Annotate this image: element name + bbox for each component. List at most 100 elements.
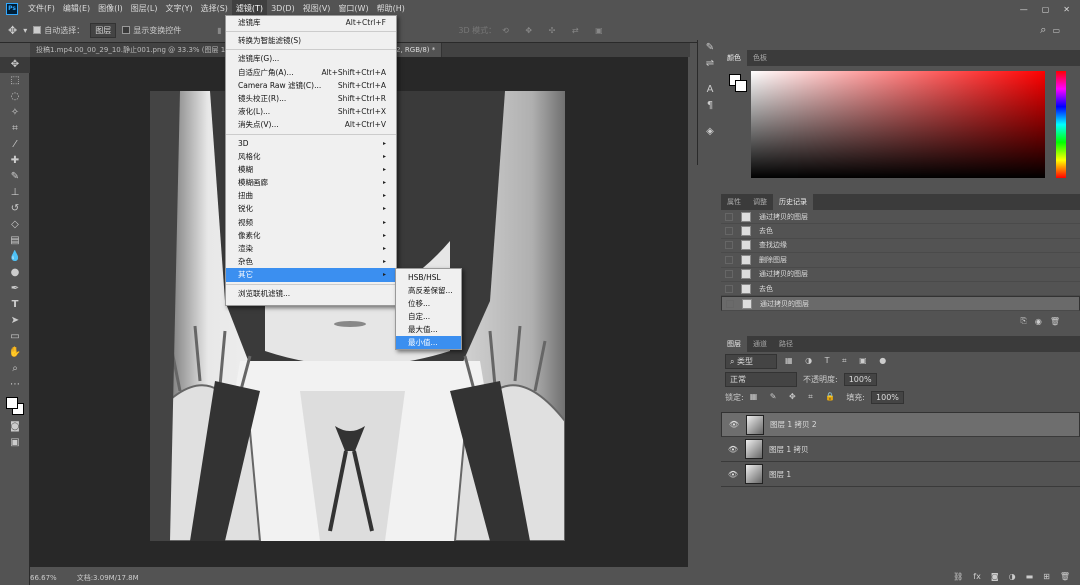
mask-icon[interactable]: ◙ [991, 572, 999, 581]
link-icon[interactable]: ⛓ [953, 572, 963, 581]
eye-icon[interactable]: 👁 [727, 470, 739, 479]
3d-icons[interactable]: ⟲ ✥ ✣ ⇄ ▣ [502, 26, 610, 35]
brush-settings-icon[interactable]: ✎ [698, 40, 722, 56]
character-icon[interactable]: A [698, 82, 722, 98]
crop-tool-icon[interactable]: ⌗ [0, 121, 30, 137]
other-submenu-item[interactable]: 自定... [396, 310, 461, 323]
move-tool-icon[interactable]: ✥ [0, 57, 30, 73]
eye-icon[interactable]: 👁 [727, 445, 739, 454]
tab-adjustments[interactable]: 调整 [747, 194, 773, 210]
tab-swatches[interactable]: 色板 [747, 50, 773, 66]
adjust-icon[interactable]: ⇌ [698, 56, 722, 72]
tab-paths[interactable]: 路径 [773, 336, 799, 352]
history-brush-icon[interactable]: ↺ [0, 201, 30, 217]
screen-mode-icon[interactable]: ▣ [0, 435, 30, 451]
folder-icon[interactable]: ▬ [1026, 572, 1034, 581]
history-checkbox[interactable] [725, 255, 733, 264]
3d-panel-icon[interactable]: ◈ [698, 124, 722, 140]
history-item[interactable]: 去色 [721, 282, 1080, 297]
filter-menu-item[interactable]: 自适应广角(A)... Alt+Shift+Ctrl+A [226, 66, 396, 79]
new-snapshot-icon[interactable]: ⎘ [1020, 316, 1026, 326]
layer-name[interactable]: 图层 1 [769, 469, 791, 480]
history-item[interactable]: 查找边缘 [721, 239, 1080, 254]
minimize-icon[interactable]: — [1020, 5, 1028, 14]
eyedropper-tool-icon[interactable]: ⁄ [0, 137, 30, 153]
fx-icon[interactable]: fx [973, 572, 981, 581]
blur-tool-icon[interactable]: 💧 [0, 249, 30, 265]
background-swatch[interactable] [735, 80, 747, 92]
other-submenu-item[interactable]: 最大值... [396, 323, 461, 336]
filter-menu-item[interactable]: 转换为智能滤镜(S) [226, 34, 396, 47]
eraser-tool-icon[interactable]: ◇ [0, 217, 30, 233]
opacity-input[interactable]: 100% [843, 372, 877, 386]
lock-icons[interactable]: ▦ ✎ ✥ ⌗ 🔒 [750, 392, 841, 402]
filter-menu-item[interactable]: 滤镜库(G)... [226, 52, 396, 65]
brush-tool-icon[interactable]: ✎ [0, 169, 30, 185]
eye-icon[interactable]: 👁 [728, 420, 740, 429]
gradient-tool-icon[interactable]: ▤ [0, 233, 30, 249]
maximize-icon[interactable]: ▢ [1042, 5, 1050, 14]
other-submenu-item[interactable]: 最小值... [396, 336, 461, 349]
filter-menu-item[interactable]: 液化(L)... Shift+Ctrl+X [226, 105, 396, 118]
tab-channels[interactable]: 通道 [747, 336, 773, 352]
shape-tool-icon[interactable]: ▭ [0, 329, 30, 345]
lasso-tool-icon[interactable]: ◌ [0, 89, 30, 105]
trash-icon[interactable]: 🗑 [1060, 572, 1070, 581]
adjustment-icon[interactable]: ◑ [1009, 572, 1016, 581]
layer-name[interactable]: 图层 1 拷贝 2 [770, 419, 817, 430]
more-tools-icon[interactable]: ⋯ [0, 377, 30, 393]
history-item[interactable]: 删除图层 [721, 253, 1080, 268]
auto-select-dropdown[interactable]: 图层 [90, 22, 117, 38]
tab-history[interactable]: 历史记录 [773, 194, 813, 210]
auto-select-checkbox[interactable] [33, 26, 42, 34]
filter-menu-item[interactable]: 消失点(V)... Alt+Ctrl+V [226, 118, 396, 131]
trash-icon[interactable]: 🗑 [1050, 317, 1060, 326]
history-item[interactable]: 通过拷贝的图层 [721, 268, 1080, 282]
menu-0[interactable]: 文件(F) [24, 0, 59, 18]
filter-menu-item[interactable]: 滤镜库 Alt+Ctrl+F [226, 16, 396, 29]
history-checkbox[interactable] [726, 299, 734, 308]
marquee-tool-icon[interactable]: ⬚ [0, 73, 30, 89]
path-select-icon[interactable]: ➤ [0, 313, 30, 329]
quick-mask-icon[interactable]: ◙ [0, 419, 30, 435]
close-icon[interactable]: ✕ [1063, 5, 1070, 14]
stamp-tool-icon[interactable]: ⊥ [0, 185, 30, 201]
filter-icons[interactable]: ▦ ◑ T ⌗ ▣ ● [785, 356, 891, 366]
filter-menu-item[interactable]: 锐化 ▸ [226, 202, 396, 215]
filter-menu-item[interactable]: 模糊画廊 ▸ [226, 176, 396, 189]
menu-4[interactable]: 文字(Y) [161, 0, 196, 18]
layer-row[interactable]: 👁 图层 1 拷贝 2 [721, 412, 1080, 437]
filter-menu-item[interactable]: Camera Raw 滤镜(C)... Shift+Ctrl+A [226, 79, 396, 92]
filter-menu-item[interactable]: 浏览联机滤镜... [226, 287, 396, 300]
filter-menu-item[interactable]: 杂色 ▸ [226, 255, 396, 268]
other-submenu-item[interactable]: 位移... [396, 297, 461, 310]
zoom-tool-icon[interactable]: ⌕ [0, 361, 30, 377]
zoom-level[interactable]: 66.67% [30, 574, 57, 582]
layer-row[interactable]: 👁 图层 1 拷贝 [721, 437, 1080, 462]
filter-menu-item[interactable]: 视频 ▸ [226, 216, 396, 229]
menu-2[interactable]: 图像(I) [94, 0, 127, 18]
quick-select-tool-icon[interactable]: ✧ [0, 105, 30, 121]
chevron-down-icon[interactable]: ▾ [23, 26, 27, 35]
tab-color[interactable]: 颜色 [721, 50, 747, 66]
filter-menu-item[interactable]: 模糊 ▸ [226, 163, 396, 176]
show-transform-checkbox[interactable] [122, 26, 131, 34]
history-checkbox[interactable] [725, 212, 733, 221]
history-checkbox[interactable] [725, 241, 733, 250]
search-icon[interactable]: ⌕ [1040, 23, 1046, 37]
hue-slider[interactable] [1056, 71, 1066, 178]
hand-tool-icon[interactable]: ✋ [0, 345, 30, 361]
paragraph-icon[interactable]: ¶ [698, 98, 722, 114]
filter-menu-item[interactable]: 像素化 ▸ [226, 229, 396, 242]
move-tool-icon[interactable]: ✥ [8, 24, 17, 37]
filter-menu-item[interactable]: 扭曲 ▸ [226, 189, 396, 202]
layer-kind-filter[interactable]: ⌕ 类型 [725, 353, 777, 369]
layer-row[interactable]: 👁 图层 1 [721, 462, 1080, 487]
blend-mode-dropdown[interactable]: 正常 [725, 371, 797, 387]
workspace-icon[interactable]: ▭ [1052, 26, 1060, 35]
filter-menu-item[interactable]: 3D ▸ [226, 137, 396, 150]
history-checkbox[interactable] [725, 284, 733, 293]
history-item[interactable]: 通过拷贝的图层 [721, 296, 1080, 311]
history-checkbox[interactable] [725, 227, 733, 236]
dodge-tool-icon[interactable]: ● [0, 265, 30, 281]
